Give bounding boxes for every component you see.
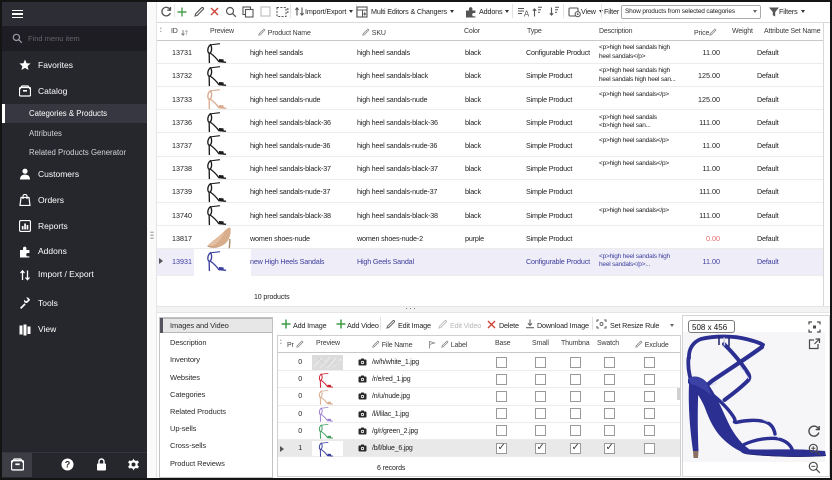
svg-text:?: ? xyxy=(65,460,71,470)
svg-text:A: A xyxy=(524,10,529,19)
